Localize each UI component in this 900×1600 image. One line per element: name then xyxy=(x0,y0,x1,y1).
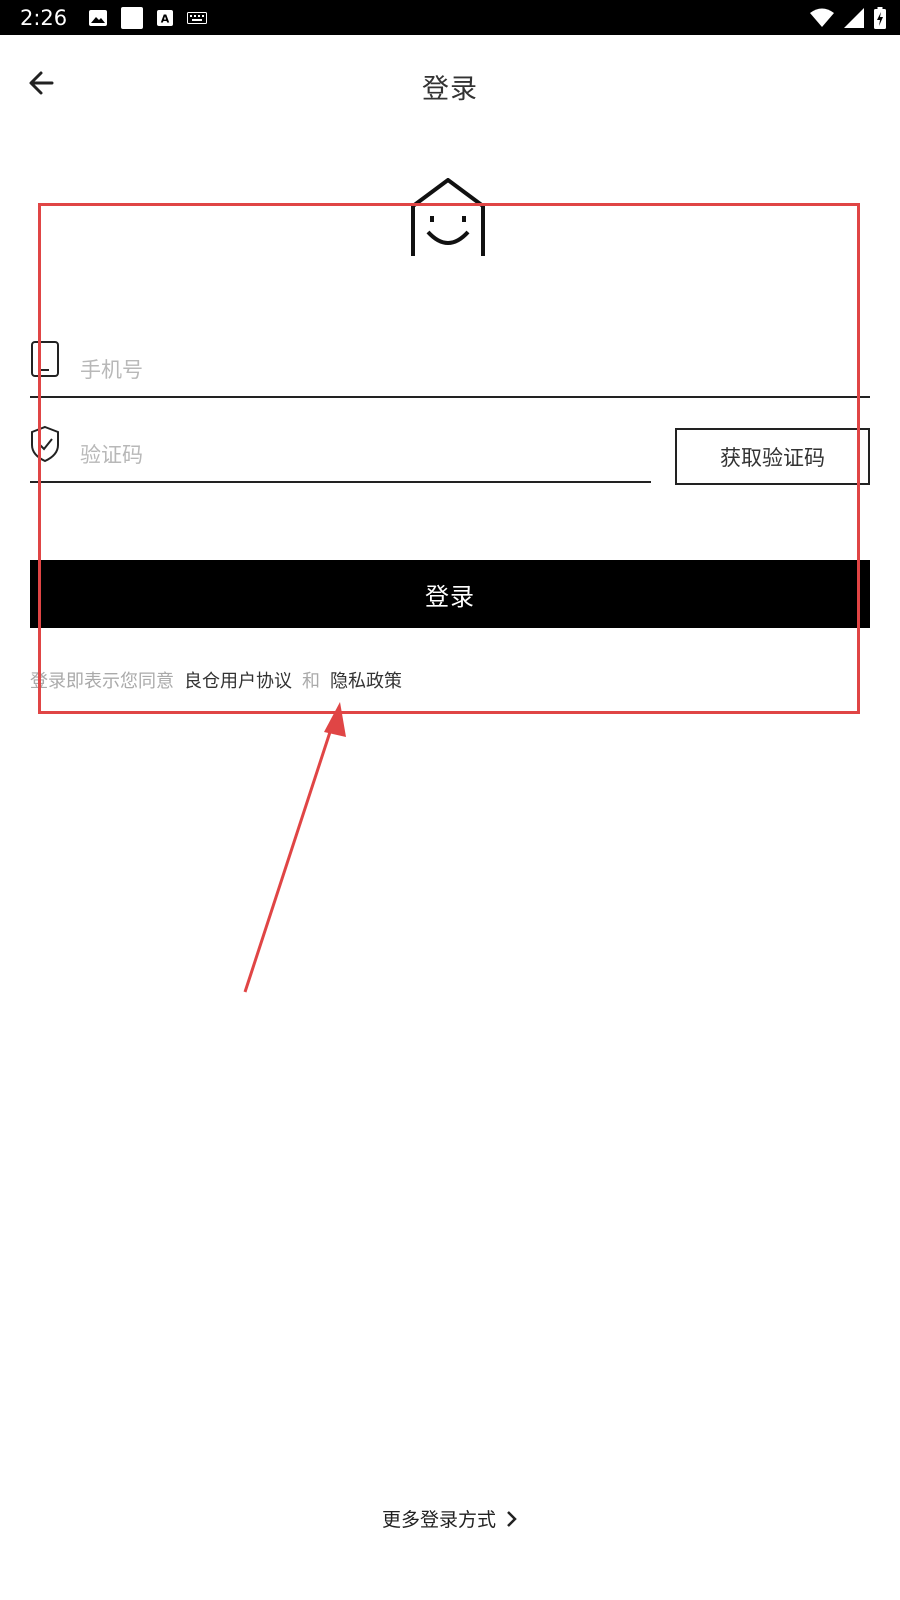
chevron-right-icon xyxy=(507,1510,517,1527)
text-a-icon: A xyxy=(157,9,174,26)
verification-code-field xyxy=(30,425,651,483)
notification-icons: A xyxy=(89,6,208,29)
keyboard-icon xyxy=(187,11,208,24)
login-screen: 2:26 A 登录 手机号 验证码 获取验证码 登录 登录即表示您同意 良仓用户… xyxy=(0,0,900,1600)
agreement-conjunction: 和 xyxy=(302,671,320,692)
privacy-policy-link[interactable]: 隐私政策 xyxy=(330,671,402,692)
image-icon xyxy=(89,9,108,26)
verification-code-input[interactable] xyxy=(80,435,640,475)
phone-input[interactable] xyxy=(80,350,780,390)
system-icons xyxy=(810,0,886,35)
phone-icon xyxy=(31,341,59,377)
more-login-label: 更多登录方式 xyxy=(381,1509,496,1531)
page-title: 登录 xyxy=(422,74,478,105)
phone-field xyxy=(30,340,870,398)
square-icon xyxy=(121,6,144,29)
status-time: 2:26 xyxy=(20,5,68,30)
status-bar: 2:26 A xyxy=(0,0,900,35)
login-button[interactable]: 登录 xyxy=(30,560,870,628)
svg-text:A: A xyxy=(161,12,170,25)
shield-check-icon xyxy=(31,425,59,463)
signal-icon xyxy=(844,7,864,28)
user-agreement-link[interactable]: 良仓用户协议 xyxy=(184,671,292,692)
battery-charging-icon xyxy=(874,6,886,29)
get-code-button[interactable]: 获取验证码 xyxy=(675,428,870,485)
agreement-prefix: 登录即表示您同意 xyxy=(30,671,174,692)
more-login-options[interactable]: 更多登录方式 xyxy=(0,1505,900,1532)
app-bar: 登录 xyxy=(0,35,900,135)
house-smile-logo xyxy=(411,178,485,256)
wifi-icon xyxy=(810,8,834,27)
agreement-text: 登录即表示您同意 良仓用户协议和隐私政策 xyxy=(30,667,402,693)
